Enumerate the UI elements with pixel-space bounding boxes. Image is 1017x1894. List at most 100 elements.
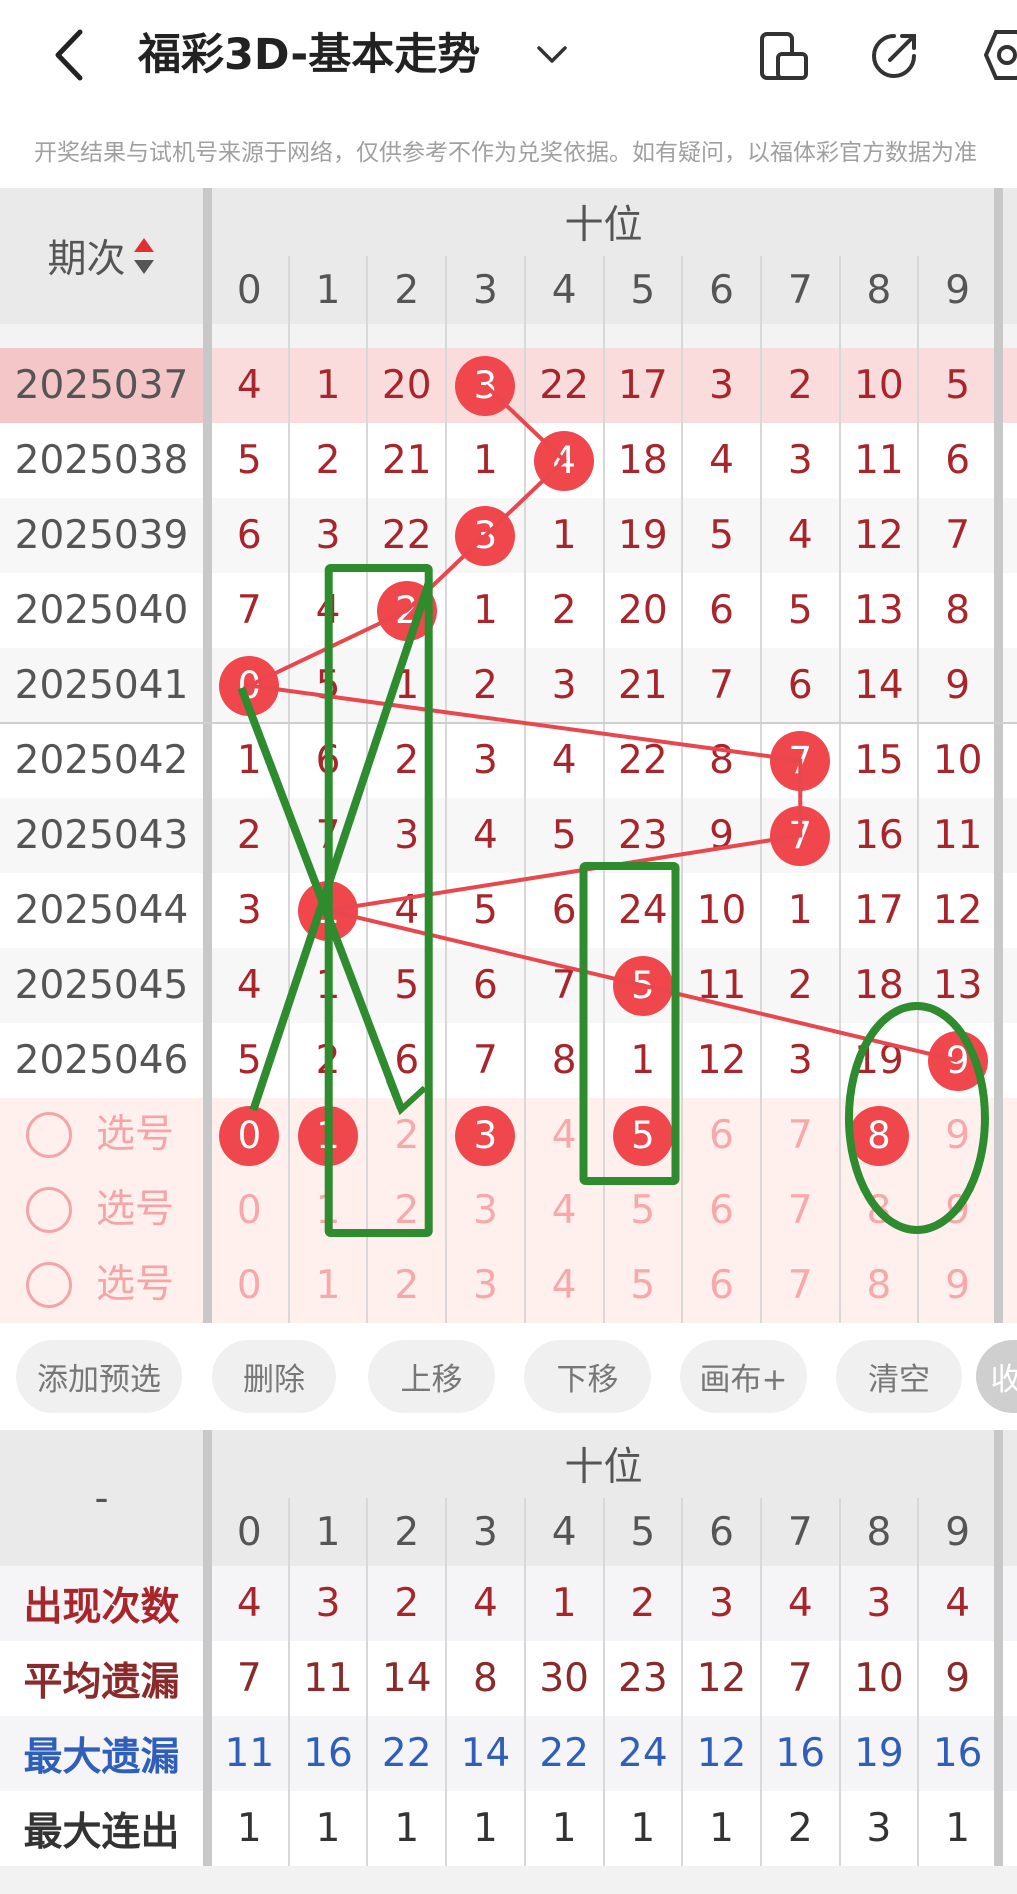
stats-digit-header-7: 7	[787, 1509, 813, 1555]
column-divider	[366, 256, 369, 1323]
pick-ball-selected[interactable]: 8	[848, 1105, 909, 1166]
pick-digit[interactable]: 9	[918, 1248, 997, 1323]
stats-value: 19	[854, 1731, 904, 1776]
stats-value: 16	[775, 1731, 826, 1776]
column-divider	[917, 256, 920, 1323]
period-header-cell[interactable]: 期次	[0, 188, 203, 324]
stats-value: 12	[696, 1731, 747, 1776]
stats-value: 30	[539, 1656, 589, 1701]
stats-digit-header-6: 6	[709, 1509, 734, 1555]
pick-digit[interactable]: 2	[367, 1173, 446, 1248]
omission-cell: 7	[236, 588, 262, 633]
omission-cell: 4	[709, 438, 734, 483]
pick-digit[interactable]: 9	[918, 1173, 997, 1248]
pick-digit[interactable]: 0	[210, 1248, 289, 1323]
stats-value: 1	[236, 1806, 262, 1851]
pick-digit[interactable]: 4	[525, 1173, 604, 1248]
pick-ball-selected[interactable]: 3	[455, 1105, 516, 1166]
omission-cell: 3	[315, 513, 341, 558]
stats-column-divider	[523, 1498, 526, 1866]
pick-digit[interactable]: 7	[761, 1248, 840, 1323]
pick-ball-selected[interactable]: 1	[298, 1105, 359, 1166]
stats-value: 11	[303, 1656, 353, 1701]
pick-digit[interactable]: 6	[682, 1248, 761, 1323]
move-down-button[interactable]: 下移	[524, 1340, 651, 1413]
page-title[interactable]: 福彩3D-基本走势	[138, 26, 480, 84]
stats-column-divider	[838, 1498, 841, 1866]
share-icon[interactable]	[868, 28, 922, 82]
digit-header-1: 1	[315, 267, 341, 313]
stats-value: 23	[618, 1656, 668, 1701]
pick-digit[interactable]: 8	[840, 1248, 919, 1323]
omission-cell: 10	[932, 738, 983, 783]
pick-digit[interactable]: 4	[525, 1098, 604, 1173]
pick-radio-button[interactable]	[26, 1187, 72, 1233]
pick-digit[interactable]: 7	[761, 1098, 840, 1173]
stats-value: 10	[854, 1656, 904, 1701]
stats-value: 16	[932, 1731, 983, 1776]
stats-section-header-tens: 十位	[564, 1445, 643, 1490]
omission-cell: 7	[473, 1038, 498, 1083]
pick-digit[interactable]: 3	[446, 1173, 525, 1248]
column-divider	[681, 256, 684, 1323]
pick-digit[interactable]: 1	[289, 1173, 368, 1248]
stats-value: 9	[945, 1656, 971, 1701]
delete-button[interactable]: 删除	[212, 1340, 336, 1413]
omission-cell: 6	[551, 888, 577, 933]
stats-value: 14	[460, 1731, 511, 1776]
pick-label: 选号	[96, 1112, 175, 1157]
pick-digit[interactable]: 6	[682, 1173, 761, 1248]
canvas-plus-button[interactable]: 画布+	[680, 1340, 807, 1413]
hit-ball: 1	[298, 880, 359, 941]
pick-digit[interactable]: 5	[604, 1173, 683, 1248]
omission-cell: 7	[709, 663, 734, 708]
stats-row-label: 出现次数	[23, 1584, 180, 1630]
stats-section-divider-bar	[994, 1430, 1003, 1866]
pick-digit[interactable]: 9	[918, 1098, 997, 1173]
omission-cell: 1	[473, 438, 498, 483]
sort-icon[interactable]	[132, 236, 156, 276]
omission-cell: 8	[551, 1038, 577, 1083]
pick-digit[interactable]: 7	[761, 1173, 840, 1248]
column-divider	[759, 256, 762, 1323]
settings-icon[interactable]	[984, 28, 1017, 82]
add-preselect-button[interactable]: 添加预选	[16, 1340, 182, 1413]
omission-cell: 3	[551, 663, 577, 708]
pick-ball-selected[interactable]: 0	[219, 1105, 280, 1166]
stats-column-divider	[917, 1498, 920, 1866]
pick-digit[interactable]: 5	[604, 1248, 683, 1323]
hit-ball: 7	[770, 730, 831, 791]
pick-ball-selected[interactable]: 5	[612, 1105, 673, 1166]
pick-digit[interactable]: 2	[367, 1248, 446, 1323]
pick-radio-button[interactable]	[26, 1262, 72, 1308]
omission-cell: 18	[854, 963, 904, 1008]
device-icon[interactable]	[756, 30, 812, 82]
omission-cell: 6	[315, 738, 341, 783]
pick-digit[interactable]: 3	[446, 1248, 525, 1323]
chevron-down-icon[interactable]	[536, 44, 568, 66]
pick-digit[interactable]: 4	[525, 1248, 604, 1323]
pick-digit[interactable]: 6	[682, 1098, 761, 1173]
omission-cell: 12	[696, 1038, 747, 1083]
pick-digit[interactable]: 2	[367, 1098, 446, 1173]
chevron-left-icon[interactable]	[50, 28, 90, 82]
pick-digit[interactable]: 0	[210, 1173, 289, 1248]
stats-value: 12	[696, 1656, 747, 1701]
omission-cell: 17	[618, 363, 668, 408]
omission-cell: 1	[630, 1038, 656, 1083]
omission-cell: 5	[394, 963, 420, 1008]
move-up-button[interactable]: 上移	[368, 1340, 495, 1413]
stats-digit-header-2: 2	[394, 1509, 420, 1555]
period-label: 2025037	[14, 363, 189, 408]
pick-radio-button[interactable]	[26, 1112, 72, 1158]
section-divider-bar	[994, 188, 1003, 1323]
disclaimer-notice: 开奖结果与试机号来源于网络，仅供参考不作为兑奖依据。如有疑问，以福体彩官方数据为…	[34, 140, 977, 166]
period-label: 2025046	[14, 1038, 189, 1083]
clear-button[interactable]: 清空	[836, 1340, 962, 1413]
omission-cell: 5	[709, 513, 734, 558]
column-divider	[287, 256, 290, 1323]
pick-digit[interactable]: 1	[289, 1248, 368, 1323]
pick-digit[interactable]: 8	[840, 1173, 919, 1248]
omission-cell: 3	[787, 1038, 813, 1083]
stats-column-divider	[366, 1498, 369, 1866]
